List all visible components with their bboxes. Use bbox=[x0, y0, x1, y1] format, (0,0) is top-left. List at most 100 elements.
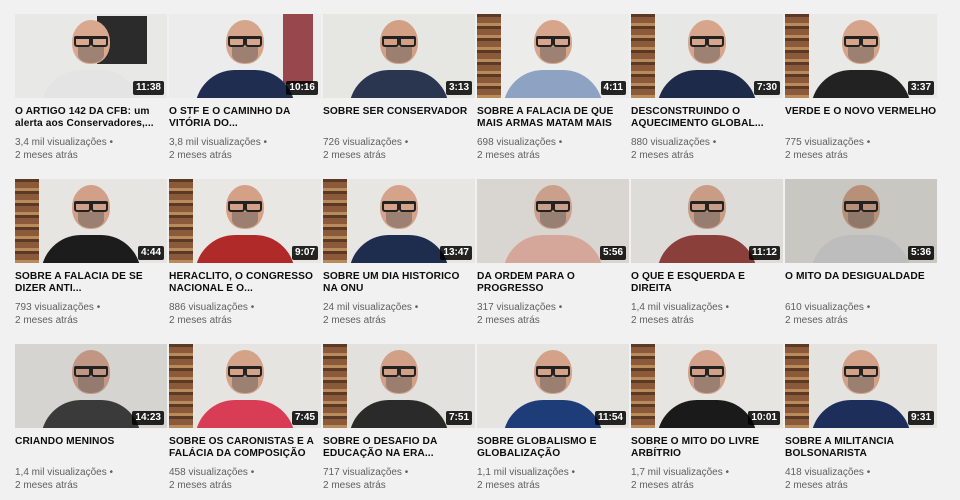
video-card[interactable]: 7:51 SOBRE O DESAFIO DA EDUCAÇÃO NA ERA..… bbox=[323, 344, 475, 492]
video-duration: 5:56 bbox=[599, 246, 626, 260]
glasses-icon bbox=[382, 36, 416, 47]
video-thumbnail[interactable]: 4:11 bbox=[477, 14, 629, 98]
video-card[interactable]: 10:01 SOBRE O MITO DO LIVRE ARBÍTRIO 1,7 m… bbox=[631, 344, 783, 492]
video-title[interactable]: SOBRE A FALÁCIA DE QUE MAIS ARMAS MATAM … bbox=[477, 106, 629, 130]
video-metadata: 1,1 mil visualizações 2 meses atrás bbox=[477, 466, 629, 492]
video-title[interactable]: CRIANDO MENINOS bbox=[15, 436, 167, 460]
video-thumbnail[interactable]: 10:16 bbox=[169, 14, 321, 98]
view-count: 1,1 mil visualizações bbox=[477, 467, 575, 478]
upload-age: 2 meses atrás bbox=[169, 150, 232, 161]
video-duration: 7:45 bbox=[291, 411, 318, 425]
video-title[interactable]: SOBRE A MILITÂNCIA BOLSONARISTA bbox=[785, 436, 937, 460]
video-card[interactable]: 5:56 DA ORDEM PARA O PROGRESSO 317 visuali… bbox=[477, 179, 629, 327]
video-thumbnail[interactable]: 11:12 bbox=[631, 179, 783, 263]
glasses-icon bbox=[690, 36, 724, 47]
video-card[interactable]: 5:36 O MITO DA DESIGUALDADE 610 visualizaç… bbox=[785, 179, 937, 327]
video-title[interactable]: SOBRE O MITO DO LIVRE ARBÍTRIO bbox=[631, 436, 783, 460]
video-card[interactable]: 14:23 CRIANDO MENINOS 1,4 mil visualizaçõe… bbox=[15, 344, 167, 492]
video-title[interactable]: O ARTIGO 142 DA CFB: um alerta aos Conse… bbox=[15, 106, 167, 130]
view-count: 717 visualizações bbox=[323, 467, 408, 478]
glasses-icon bbox=[228, 201, 262, 212]
video-thumbnail[interactable]: 7:45 bbox=[169, 344, 321, 428]
video-metadata: 24 mil visualizações 2 meses atrás bbox=[323, 301, 475, 327]
video-card[interactable]: 4:44 SOBRE A FALÁCIA DE SE DIZER ANTI... 7… bbox=[15, 179, 167, 327]
upload-age: 2 meses atrás bbox=[477, 315, 540, 326]
thumbnail-scene bbox=[323, 344, 347, 428]
video-thumbnail[interactable]: 10:01 bbox=[631, 344, 783, 428]
video-metadata: 726 visualizações 2 meses atrás bbox=[323, 136, 475, 162]
video-duration: 9:31 bbox=[907, 411, 934, 425]
video-title[interactable]: SOBRE O DESAFIO DA EDUCAÇÃO NA ERA... bbox=[323, 436, 475, 460]
upload-age: 2 meses atrás bbox=[631, 315, 694, 326]
video-duration: 7:51 bbox=[445, 411, 472, 425]
video-title[interactable]: DA ORDEM PARA O PROGRESSO bbox=[477, 271, 629, 295]
video-title[interactable]: SOBRE UM DIA HISTÓRICO NA ONU bbox=[323, 271, 475, 295]
video-card[interactable]: 11:54 SOBRE GLOBALISMO E GLOBALIZAÇÃO 1,1 … bbox=[477, 344, 629, 492]
upload-age: 2 meses atrás bbox=[15, 150, 78, 161]
video-duration: 13:47 bbox=[440, 246, 472, 260]
glasses-icon bbox=[74, 201, 108, 212]
video-duration: 5:36 bbox=[907, 246, 934, 260]
video-title[interactable]: VERDE E O NOVO VERMELHO bbox=[785, 106, 937, 130]
video-title[interactable]: SOBRE SER CONSERVADOR bbox=[323, 106, 475, 130]
video-card[interactable]: 13:47 SOBRE UM DIA HISTÓRICO NA ONU 24 mil… bbox=[323, 179, 475, 327]
video-card[interactable]: 9:07 HERÁCLITO, O CONGRESSO NACIONAL E O.… bbox=[169, 179, 321, 327]
video-duration: 4:44 bbox=[137, 246, 164, 260]
thumbnail-scene bbox=[15, 179, 39, 263]
video-thumbnail[interactable]: 7:51 bbox=[323, 344, 475, 428]
video-title[interactable]: O QUE É ESQUERDA E DIREITA bbox=[631, 271, 783, 295]
video-duration: 11:38 bbox=[132, 81, 164, 95]
video-thumbnail[interactable]: 9:31 bbox=[785, 344, 937, 428]
glasses-icon bbox=[228, 36, 262, 47]
view-count: 726 visualizações bbox=[323, 137, 408, 148]
view-count: 793 visualizações bbox=[15, 302, 100, 313]
video-card[interactable]: 11:12 O QUE É ESQUERDA E DIREITA 1,4 mil v… bbox=[631, 179, 783, 327]
video-duration: 10:01 bbox=[748, 411, 780, 425]
thumbnail-person-beard bbox=[540, 212, 566, 228]
video-grid: 11:38 O ARTIGO 142 DA CFB: um alerta aos … bbox=[0, 0, 960, 500]
view-count: 886 visualizações bbox=[169, 302, 254, 313]
thumbnail-person-beard bbox=[78, 377, 104, 393]
video-metadata: 458 visualizações 2 meses atrás bbox=[169, 466, 321, 492]
video-card[interactable]: 3:37 VERDE E O NOVO VERMELHO 775 visualiza… bbox=[785, 14, 937, 162]
glasses-icon bbox=[844, 201, 878, 212]
video-title[interactable]: O STF E O CAMINHO DA VITÓRIA DO... bbox=[169, 106, 321, 130]
video-title[interactable]: SOBRE A FALÁCIA DE SE DIZER ANTI... bbox=[15, 271, 167, 295]
video-card[interactable]: 4:11 SOBRE A FALÁCIA DE QUE MAIS ARMAS MA… bbox=[477, 14, 629, 162]
video-thumbnail[interactable]: 13:47 bbox=[323, 179, 475, 263]
glasses-icon bbox=[74, 36, 108, 47]
video-card[interactable]: 11:38 O ARTIGO 142 DA CFB: um alerta aos … bbox=[15, 14, 167, 162]
thumbnail-person-beard bbox=[694, 377, 720, 393]
video-card[interactable]: 3:13 SOBRE SER CONSERVADOR 726 visualizaçõ… bbox=[323, 14, 475, 162]
video-card[interactable]: 7:45 SOBRE OS CARONISTAS E A FALÁCIA DA C… bbox=[169, 344, 321, 492]
video-duration: 11:54 bbox=[594, 411, 626, 425]
video-card[interactable]: 10:16 O STF E O CAMINHO DA VITÓRIA DO... 3… bbox=[169, 14, 321, 162]
video-thumbnail[interactable]: 4:44 bbox=[15, 179, 167, 263]
video-title[interactable]: DESCONSTRUINDO O AQUECIMENTO GLOBAL... bbox=[631, 106, 783, 130]
video-title[interactable]: SOBRE OS CARONISTAS E A FALÁCIA DA COMPO… bbox=[169, 436, 321, 460]
video-title[interactable]: O MITO DA DESIGUALDADE bbox=[785, 271, 937, 295]
video-thumbnail[interactable]: 3:13 bbox=[323, 14, 475, 98]
video-thumbnail[interactable]: 11:38 bbox=[15, 14, 167, 98]
video-thumbnail[interactable]: 9:07 bbox=[169, 179, 321, 263]
video-thumbnail[interactable]: 3:37 bbox=[785, 14, 937, 98]
video-thumbnail[interactable]: 7:30 bbox=[631, 14, 783, 98]
video-thumbnail[interactable]: 5:56 bbox=[477, 179, 629, 263]
video-title[interactable]: SOBRE GLOBALISMO E GLOBALIZAÇÃO bbox=[477, 436, 629, 460]
video-card[interactable]: 9:31 SOBRE A MILITÂNCIA BOLSONARISTA 418 v… bbox=[785, 344, 937, 492]
video-thumbnail[interactable]: 11:54 bbox=[477, 344, 629, 428]
view-count: 1,7 mil visualizações bbox=[631, 467, 729, 478]
glasses-icon bbox=[228, 366, 262, 377]
upload-age: 2 meses atrás bbox=[169, 480, 232, 491]
video-thumbnail[interactable]: 5:36 bbox=[785, 179, 937, 263]
thumbnail-person-beard bbox=[78, 212, 104, 228]
video-metadata: 698 visualizações 2 meses atrás bbox=[477, 136, 629, 162]
video-thumbnail[interactable]: 14:23 bbox=[15, 344, 167, 428]
upload-age: 2 meses atrás bbox=[785, 150, 848, 161]
video-metadata: 1,7 mil visualizações 2 meses atrás bbox=[631, 466, 783, 492]
video-title[interactable]: HERÁCLITO, O CONGRESSO NACIONAL E O... bbox=[169, 271, 321, 295]
thumbnail-person-beard bbox=[694, 47, 720, 63]
thumbnail-person-beard bbox=[694, 212, 720, 228]
video-card[interactable]: 7:30 DESCONSTRUINDO O AQUECIMENTO GLOBAL.… bbox=[631, 14, 783, 162]
view-count: 698 visualizações bbox=[477, 137, 562, 148]
